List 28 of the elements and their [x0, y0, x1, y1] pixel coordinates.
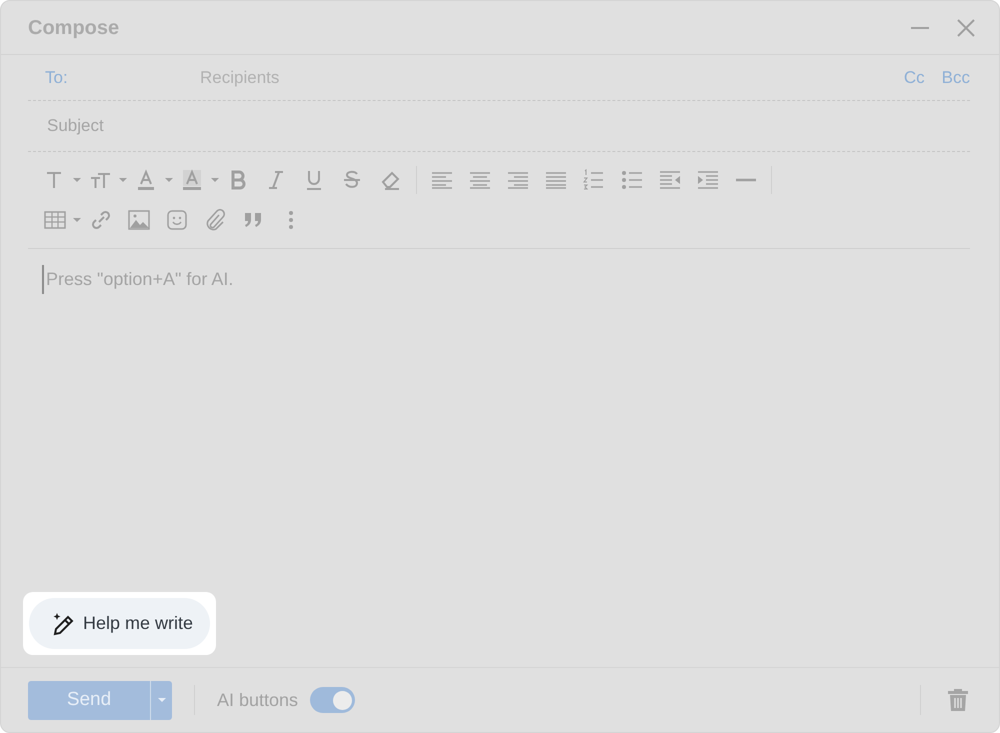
caret-icon[interactable]: [72, 217, 82, 223]
recipient-link[interactable]: Cc: [904, 64, 925, 90]
ai-buttons-label: AI buttons: [217, 688, 298, 712]
caret-icon[interactable]: [164, 177, 174, 183]
caret-icon: [156, 697, 166, 703]
emoji-icon[interactable]: [166, 209, 188, 231]
trash-icon[interactable]: [947, 688, 969, 712]
numbered-list-icon[interactable]: [583, 169, 605, 191]
caret-icon[interactable]: [210, 177, 220, 183]
ai-buttons-toggle[interactable]: [310, 687, 356, 713]
table-icon[interactable]: [44, 209, 66, 231]
close-icon[interactable]: [955, 16, 977, 38]
image-icon[interactable]: [128, 209, 150, 231]
subject-field[interactable]: Subject: [45, 112, 970, 140]
to-label: To:: [45, 66, 69, 89]
highlight-color-icon[interactable]: [182, 169, 204, 191]
message-body-field[interactable]: Press "option+A" for AI.: [42, 265, 542, 294]
recipient-link[interactable]: Bcc: [942, 64, 970, 90]
indent-icon[interactable]: [697, 169, 719, 191]
magic-pen-icon: [51, 612, 75, 636]
outdent-icon[interactable]: [659, 169, 681, 191]
eraser-icon[interactable]: [380, 169, 402, 191]
paperclip-icon[interactable]: [204, 209, 226, 231]
help-me-write-button[interactable]: Help me write: [29, 598, 210, 649]
link-icon[interactable]: [90, 209, 112, 231]
bullet-list-icon[interactable]: [621, 169, 643, 191]
caret-icon[interactable]: [72, 177, 82, 183]
caret-icon[interactable]: [118, 177, 128, 183]
